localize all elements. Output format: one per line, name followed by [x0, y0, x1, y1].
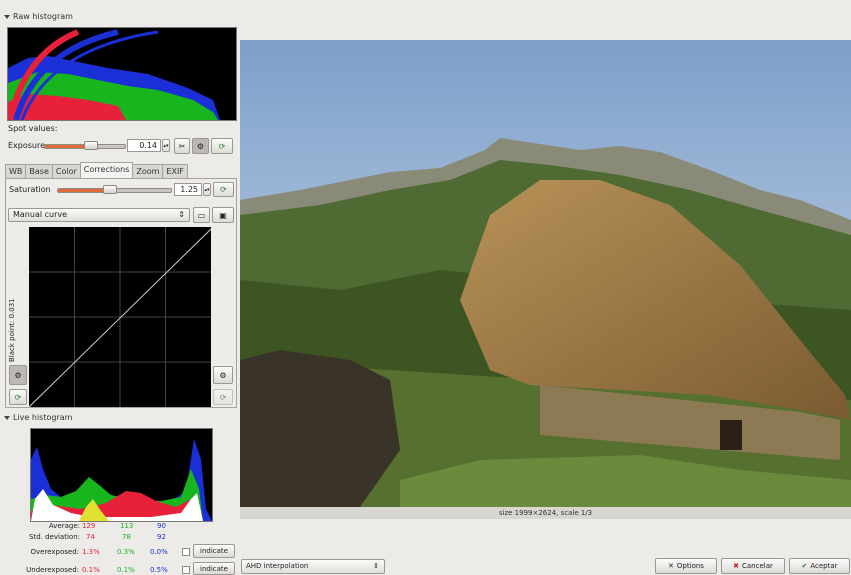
image-preview[interactable] [240, 40, 851, 507]
tab-base[interactable]: Base [25, 164, 53, 179]
exposure-label: Exposure [8, 141, 46, 150]
tab-wb[interactable]: WB [5, 164, 27, 179]
auto-icon: ⚙ [14, 370, 22, 380]
curve-reset-button[interactable]: ⟳ [213, 389, 233, 405]
underexposed-label: Underexposed: [26, 566, 79, 574]
tab-zoom[interactable]: Zoom [132, 164, 164, 179]
tab-bar: WB Base Color Corrections Zoom EXIF [5, 162, 188, 179]
raw-histogram-title: Raw histogram [13, 12, 73, 21]
tab-color[interactable]: Color [51, 164, 81, 179]
overexposed-red: 1.3% [82, 548, 100, 556]
saturation-spinbox[interactable]: 1.25 [174, 183, 202, 196]
expander-down-icon [4, 415, 10, 420]
underexposed-indicate-button[interactable]: indicate [193, 562, 235, 575]
chevron-updown-icon: ⇕ [373, 562, 379, 570]
close-icon: ✖ [733, 562, 739, 570]
raw-histogram [7, 27, 237, 121]
spot-values-label: Spot values: [8, 124, 58, 133]
auto-icon: ⚙ [219, 370, 227, 380]
tab-corrections[interactable]: Corrections [79, 162, 134, 179]
curve-graph [28, 227, 212, 408]
saturation-slider-handle[interactable] [103, 185, 117, 194]
live-histogram-header[interactable]: Live histogram [4, 413, 72, 422]
black-point-reset-button[interactable]: ⟳ [9, 389, 27, 405]
accept-button[interactable]: ✔ Aceptar [789, 558, 850, 574]
accept-icon: ✔ [801, 562, 808, 570]
options-button[interactable]: ✕ Options [655, 558, 717, 574]
saturation-reset-button[interactable]: ⟳ [213, 182, 234, 197]
expander-down-icon [4, 14, 10, 19]
scissors-icon: ✂ [178, 141, 186, 151]
image-status-bar: size 1999×2624, scale 1/3 [240, 507, 851, 519]
saturation-label: Saturation [9, 185, 51, 194]
exposure-refresh-button[interactable]: ⟳ [211, 138, 233, 154]
exposure-spinbox[interactable]: 0.14 [127, 139, 161, 152]
accept-label: Aceptar [810, 562, 838, 570]
raw-histogram-graph [8, 29, 220, 120]
underexposed-indicate-checkbox[interactable] [182, 566, 190, 574]
save-icon: ▣ [219, 210, 227, 220]
black-point-auto-toggle[interactable]: ⚙ [9, 365, 27, 385]
refresh-icon: ⟳ [218, 141, 226, 151]
live-histogram-title: Live histogram [13, 413, 73, 422]
folder-icon: ▭ [197, 210, 206, 220]
open-curve-button[interactable]: ▭ [193, 207, 210, 223]
tab-exif[interactable]: EXIF [162, 164, 188, 179]
refresh-icon: ⟳ [219, 392, 227, 402]
average-green: 113 [120, 522, 134, 530]
raw-histogram-header[interactable]: Raw histogram [4, 12, 73, 21]
auto-icon: ⚙ [196, 141, 205, 151]
std-dev-blue: 92 [157, 533, 166, 541]
chevron-updown-icon: ⇕ [178, 210, 185, 219]
exposure-spin-arrows-icon[interactable]: ▴▾ [162, 139, 170, 152]
exposure-reset-button[interactable]: ✂ [174, 138, 190, 154]
overexposed-indicate-checkbox[interactable] [182, 548, 190, 556]
exposure-slider-handle[interactable] [84, 141, 98, 150]
refresh-icon: ⟳ [220, 185, 227, 194]
overexposed-indicate-button[interactable]: indicate [193, 544, 235, 558]
curve-auto-button[interactable]: ⚙ [213, 366, 233, 384]
preview-photo [240, 40, 851, 507]
black-point-label: Black point: 0.031 [8, 298, 16, 362]
std-dev-green: 78 [122, 533, 131, 541]
average-blue: 90 [157, 522, 166, 530]
cancel-button[interactable]: ✖ Cancelar [721, 558, 785, 574]
curve-select-value: Manual curve [13, 210, 68, 219]
underexposed-red: 0.1% [82, 566, 100, 574]
auto-exposure-toggle[interactable]: ⚙ [192, 138, 209, 154]
std-dev-label: Std. deviation: [29, 533, 80, 541]
refresh-icon: ⟳ [14, 392, 22, 402]
options-label: Options [676, 562, 704, 570]
average-red: 129 [82, 522, 96, 530]
std-dev-red: 74 [86, 533, 95, 541]
cancel-label: Cancelar [741, 562, 773, 570]
interpolation-select[interactable]: AHD interpolation ⇕ [241, 559, 385, 574]
curve-editor[interactable] [28, 227, 212, 408]
save-curve-button[interactable]: ▣ [212, 207, 234, 223]
live-histogram [30, 428, 213, 522]
average-label: Average: [48, 522, 80, 530]
underexposed-blue: 0.5% [150, 566, 168, 574]
live-histogram-graph [31, 439, 212, 521]
exposure-slider-fill [45, 145, 85, 148]
saturation-spin-arrows-icon[interactable]: ▴▾ [203, 183, 211, 196]
overexposed-blue: 0.0% [150, 548, 168, 556]
overexposed-label: Overexposed: [30, 548, 80, 556]
overexposed-green: 0.3% [117, 548, 135, 556]
underexposed-green: 0.1% [117, 566, 135, 574]
saturation-slider-fill [58, 189, 105, 192]
tools-icon: ✕ [668, 562, 674, 570]
curve-select[interactable]: Manual curve ⇕ [8, 208, 190, 222]
interpolation-select-value: AHD interpolation [246, 562, 309, 570]
